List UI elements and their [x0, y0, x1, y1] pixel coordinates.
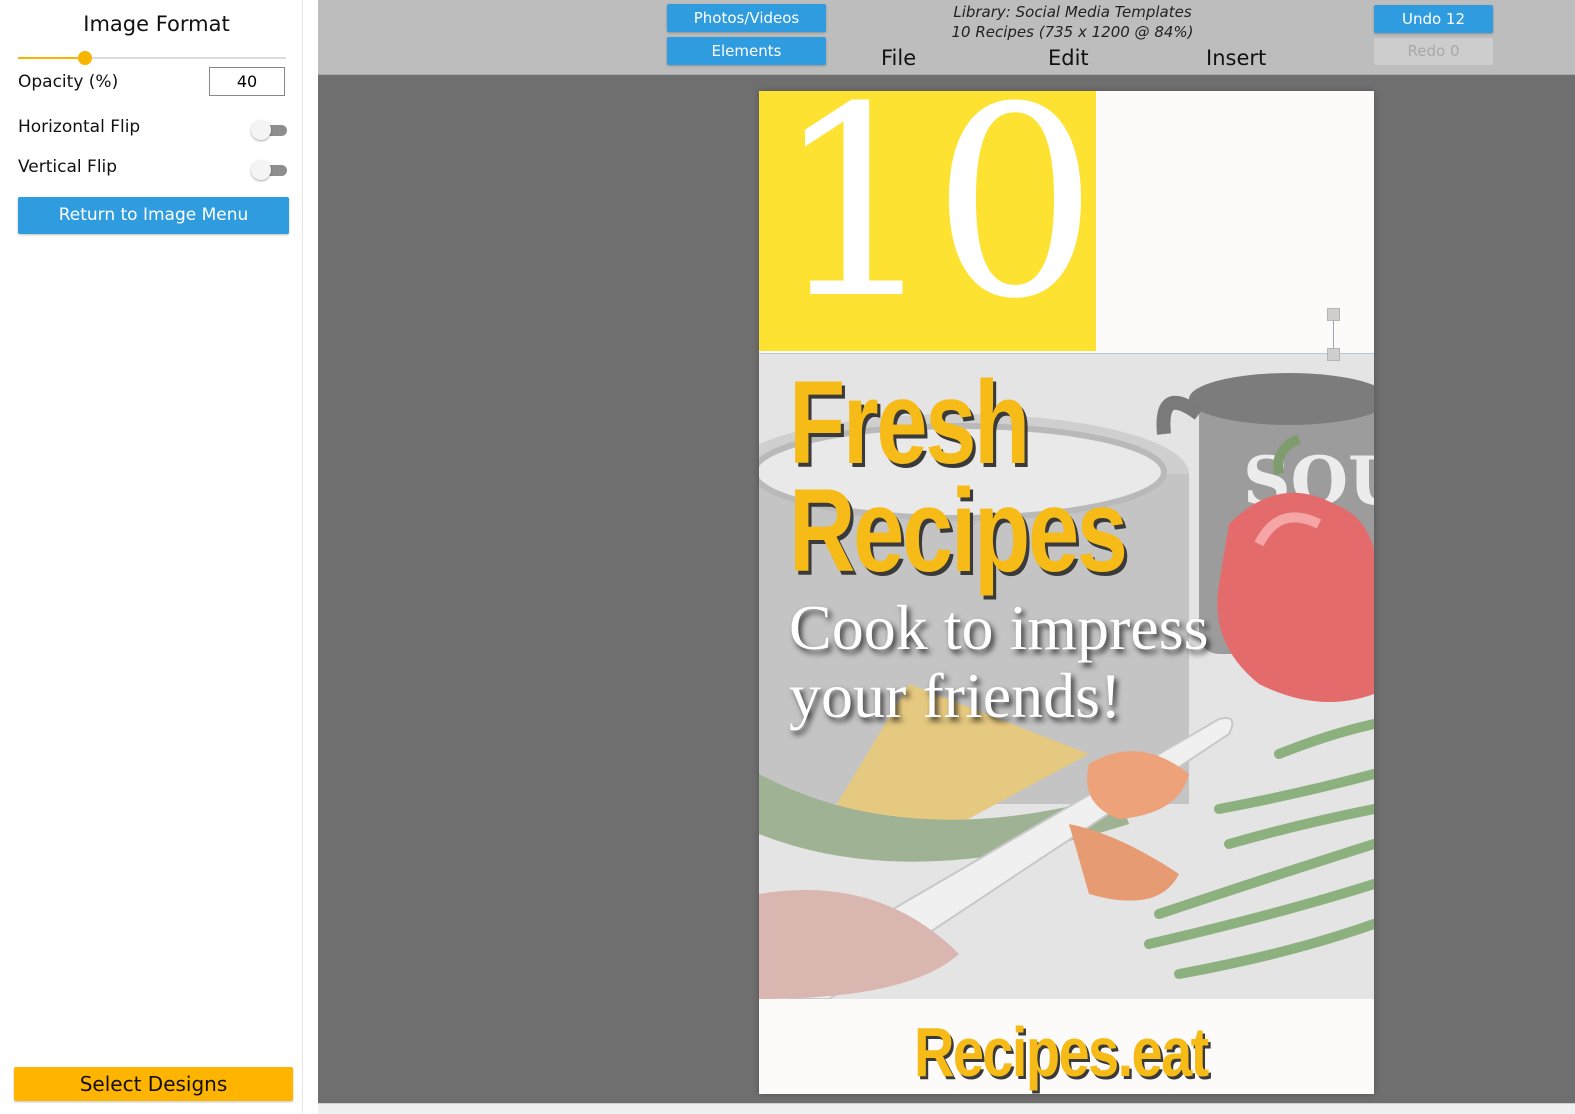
opacity-label: Opacity (%) [18, 72, 119, 92]
horizontal-flip-label: Horizontal Flip [18, 117, 141, 137]
subtitle-line-2[interactable]: your friends! [789, 664, 1121, 728]
menu-insert[interactable]: Insert [1206, 46, 1266, 70]
library-title: Library: Social Media Templates [953, 3, 1192, 21]
vertical-flip-label: Vertical Flip [18, 157, 118, 177]
redo-button[interactable]: Redo 0 [1374, 38, 1493, 65]
horizontal-scrollbar[interactable] [318, 1103, 1575, 1114]
number-box[interactable]: 10 [759, 91, 1098, 351]
opacity-slider[interactable] [18, 51, 286, 65]
selection-outline [759, 353, 1374, 354]
big-number[interactable]: 10 [773, 91, 1098, 335]
vertical-flip-toggle[interactable] [251, 160, 287, 180]
format-sidebar: Image Format Opacity (%) Horizontal Flip… [0, 0, 303, 1113]
toggle-thumb [251, 120, 271, 140]
document-info: 10 Recipes (735 x 1200 @ 84%) [951, 23, 1194, 41]
opacity-slider-handle[interactable] [78, 51, 92, 65]
photos-videos-button[interactable]: Photos/Videos [667, 4, 826, 32]
resize-handle[interactable] [1327, 348, 1340, 361]
title-line-recipes[interactable]: Recipes [789, 472, 1128, 590]
opacity-slider-fill [18, 57, 85, 59]
return-to-image-menu-button[interactable]: Return to Image Menu [18, 197, 289, 234]
toggle-thumb [251, 160, 271, 180]
horizontal-flip-toggle[interactable] [251, 120, 287, 140]
undo-button[interactable]: Undo 12 [1374, 5, 1493, 33]
rotate-handle[interactable] [1327, 308, 1340, 321]
menu-edit[interactable]: Edit [1048, 46, 1089, 70]
select-designs-button[interactable]: Select Designs [14, 1067, 293, 1101]
subtitle-line-1[interactable]: Cook to impress [789, 596, 1209, 660]
footer-band[interactable]: Recipes.eat [759, 999, 1374, 1094]
menu-file[interactable]: File [881, 46, 916, 70]
design-page[interactable]: 10 SOU [759, 91, 1374, 1094]
background-photo[interactable]: SOU [759, 354, 1374, 999]
elements-button[interactable]: Elements [667, 37, 826, 65]
opacity-input[interactable] [209, 67, 285, 96]
sidebar-title: Image Format [83, 12, 230, 36]
footer-brand[interactable]: Recipes.eat [914, 1017, 1209, 1087]
